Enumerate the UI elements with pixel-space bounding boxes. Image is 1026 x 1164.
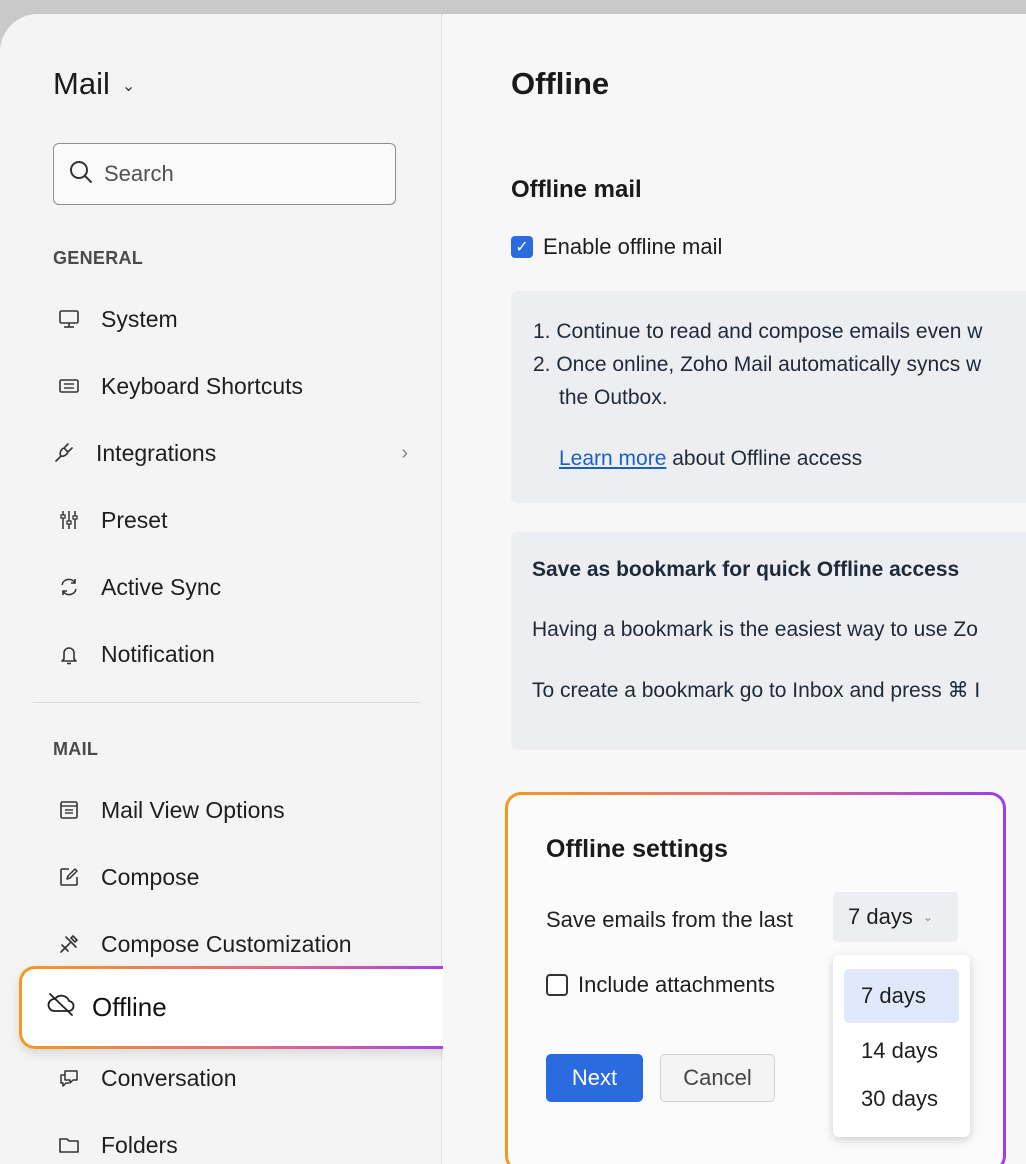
sidebar-item-mail-view-options[interactable]: Mail View Options (53, 790, 423, 830)
section-title: Offline mail (511, 176, 642, 203)
sidebar-item-label: Active Sync (101, 573, 222, 600)
sidebar-item-integrations[interactable]: Integrations › (48, 433, 418, 473)
include-attachments-checkbox[interactable] (546, 974, 568, 996)
include-attachments-row[interactable]: Include attachments (546, 972, 775, 998)
sidebar-item-label: System (101, 305, 178, 332)
learn-more-row: Learn more about Offline access (533, 442, 1026, 475)
chevron-right-icon: › (401, 441, 408, 464)
sidebar-item-label: Conversation (101, 1064, 237, 1091)
search-input[interactable] (104, 161, 364, 187)
info-line-2: 2. Once online, Zoho Mail automatically … (533, 353, 982, 376)
sidebar: Mail ⌄ GENERAL System Keyboard Shortcuts (0, 14, 479, 1164)
sidebar-item-label: Compose Customization (101, 930, 352, 957)
app-title: Mail (53, 66, 110, 101)
sidebar-item-label: Keyboard Shortcuts (101, 372, 304, 399)
tools-icon (53, 933, 85, 955)
sidebar-item-system[interactable]: System (53, 299, 423, 339)
info-line-1: 1. Continue to read and compose emails e… (533, 320, 983, 343)
compose-icon (53, 866, 85, 888)
sidebar-item-label: Mail View Options (101, 796, 285, 823)
sidebar-item-folders[interactable]: Folders (53, 1125, 423, 1164)
sidebar-item-conversation[interactable]: Conversation (53, 1058, 423, 1098)
sidebar-item-label: Offline (92, 992, 167, 1022)
sidebar-item-compose-customization[interactable]: Compose Customization (53, 924, 423, 964)
settings-title: Offline settings (546, 835, 728, 863)
enable-offline-row[interactable]: ✓ Enable offline mail (511, 234, 722, 260)
save-emails-label: Save emails from the last (546, 907, 793, 932)
bell-icon (53, 643, 85, 665)
sidebar-item-active-sync[interactable]: Active Sync (53, 567, 423, 607)
dropdown-option-30-days[interactable]: 30 days (844, 1075, 959, 1123)
sidebar-item-label: Notification (101, 640, 215, 667)
learn-more-text: about Offline access (666, 447, 863, 470)
enable-offline-checkbox[interactable]: ✓ (511, 236, 533, 258)
sidebar-item-compose[interactable]: Compose (53, 857, 423, 897)
sliders-icon (53, 509, 85, 531)
enable-offline-label: Enable offline mail (543, 234, 723, 259)
bookmark-line-2: To create a bookmark go to Inbox and pre… (532, 679, 981, 702)
sidebar-item-notification[interactable]: Notification (53, 634, 423, 674)
info-box: 1. Continue to read and compose emails e… (511, 291, 1026, 503)
next-button[interactable]: Next (546, 1054, 643, 1102)
keyboard-icon (53, 375, 85, 397)
bookmark-box: Save as bookmark for quick Offline acces… (511, 532, 1026, 750)
folder-icon (53, 1134, 85, 1156)
days-select-value: 7 days (848, 904, 913, 929)
sync-icon (53, 576, 85, 598)
sidebar-item-offline[interactable]: Offline (19, 966, 479, 1049)
sidebar-item-label: Integrations (96, 439, 217, 466)
layout-icon (53, 799, 85, 821)
bookmark-line-1: Having a bookmark is the easiest way to … (532, 618, 978, 641)
cancel-button[interactable]: Cancel (660, 1054, 775, 1102)
learn-more-link[interactable]: Learn more (559, 447, 666, 470)
days-select[interactable]: 7 days ⌄ (833, 892, 958, 942)
bookmark-title: Save as bookmark for quick Offline acces… (532, 558, 960, 581)
sidebar-divider (33, 702, 420, 703)
chevron-down-icon: ⌄ (121, 78, 136, 95)
section-label-general: GENERAL (53, 248, 144, 268)
app-switcher[interactable]: Mail ⌄ (53, 66, 135, 102)
monitor-icon (53, 308, 85, 330)
page-title: Offline (511, 66, 610, 101)
info-line-3: the Outbox. (559, 386, 668, 409)
include-attachments-label: Include attachments (578, 972, 775, 997)
sidebar-item-keyboard-shortcuts[interactable]: Keyboard Shortcuts (53, 366, 423, 406)
search-icon (68, 159, 94, 190)
dropdown-option-14-days[interactable]: 14 days (844, 1027, 959, 1075)
chat-icon (53, 1067, 85, 1089)
days-dropdown-menu: 7 days 14 days 30 days (833, 955, 970, 1137)
sidebar-item-label: Preset (101, 506, 168, 533)
cloud-off-icon (46, 991, 76, 1024)
dropdown-option-7-days[interactable]: 7 days (844, 969, 959, 1023)
sidebar-item-label: Folders (101, 1131, 178, 1158)
plug-icon (48, 441, 80, 465)
chevron-down-icon: ⌄ (922, 910, 933, 924)
sidebar-item-preset[interactable]: Preset (53, 500, 423, 540)
search-box[interactable] (53, 143, 396, 205)
sidebar-item-label: Compose (101, 863, 200, 890)
sidebar-item-offline-inner[interactable]: Offline (22, 969, 476, 1046)
section-label-mail: MAIL (53, 739, 99, 759)
